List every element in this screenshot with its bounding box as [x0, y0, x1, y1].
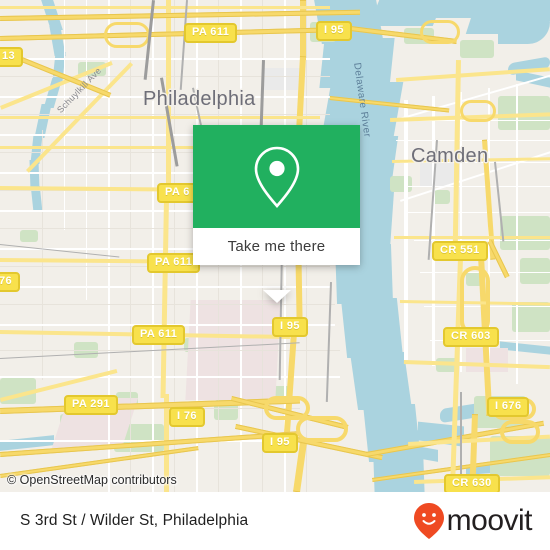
- footer-bar: S 3rd St / Wilder St, Philadelphia moovi…: [0, 492, 550, 550]
- location-popup-card[interactable]: Take me there: [193, 125, 360, 303]
- highway-shield[interactable]: 13: [0, 47, 24, 67]
- highway-shield[interactable]: CR 603: [443, 327, 499, 347]
- place-label-philadelphia: Philadelphia: [143, 88, 256, 110]
- highway-shield[interactable]: I 676: [487, 397, 530, 417]
- highway-shield[interactable]: I 95: [272, 317, 308, 337]
- popup-tail: [263, 290, 291, 303]
- station-address-label: S 3rd St / Wilder St, Philadelphia: [20, 512, 249, 529]
- highway-shield[interactable]: PA 291: [64, 395, 118, 415]
- map-pin-icon: [254, 146, 299, 208]
- highway-shield[interactable]: CR 551: [432, 241, 488, 261]
- popup-footer[interactable]: Take me there: [193, 228, 360, 265]
- moovit-brand[interactable]: moovit: [413, 502, 533, 540]
- map-attribution[interactable]: © OpenStreetMap contributors: [0, 468, 550, 492]
- moovit-smiley-pin-icon: [413, 503, 444, 539]
- moovit-wordmark: moovit: [446, 504, 533, 537]
- highway-shield[interactable]: PA 611: [184, 23, 238, 43]
- highway-shield[interactable]: I 76: [169, 407, 205, 427]
- highway-shield[interactable]: I 95: [262, 433, 298, 453]
- highway-shield[interactable]: PA 6: [157, 183, 198, 203]
- map-canvas[interactable]: Philadelphia Camden Delaware River Schuy…: [0, 0, 550, 492]
- take-me-there-label: Take me there: [227, 238, 326, 255]
- highway-shield[interactable]: 76: [0, 272, 21, 292]
- osm-attribution-text[interactable]: © OpenStreetMap contributors: [0, 473, 177, 487]
- popup-header: [193, 125, 360, 228]
- place-label-camden: Camden: [411, 145, 489, 167]
- map-screenshot: Philadelphia Camden Delaware River Schuy…: [0, 0, 550, 550]
- highway-shield[interactable]: I 95: [316, 21, 352, 41]
- highway-shield[interactable]: PA 611: [132, 325, 186, 345]
